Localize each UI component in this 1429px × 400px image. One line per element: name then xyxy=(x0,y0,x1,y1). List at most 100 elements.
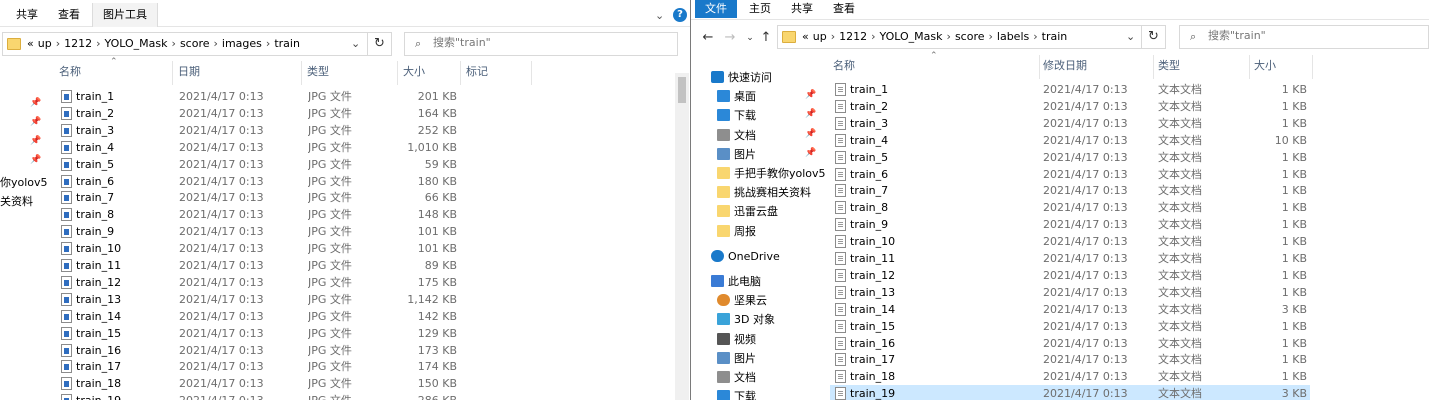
nav-item[interactable]: 桌面 xyxy=(717,87,819,106)
nav-item[interactable]: OneDrive xyxy=(711,247,819,266)
right-breadcrumb-item[interactable]: « xyxy=(802,30,809,43)
left-breadcrumb-item[interactable]: train xyxy=(274,37,300,50)
left-file-row[interactable]: train_16 2021/4/17 0:13 JPG 文件 173 KB xyxy=(56,342,476,359)
nav-item[interactable]: 坚果云 xyxy=(717,291,819,310)
right-breadcrumb-item[interactable]: labels xyxy=(997,30,1029,43)
right-file-row[interactable]: train_2 2021/4/17 0:13 文本文档 1 KB xyxy=(830,98,1310,115)
left-breadcrumb-item[interactable]: up xyxy=(38,37,52,50)
right-file-row[interactable]: train_14 2021/4/17 0:13 文本文档 3 KB xyxy=(830,301,1310,318)
right-file-row[interactable]: train_16 2021/4/17 0:13 文本文档 1 KB xyxy=(830,335,1310,352)
left-address-bar[interactable]: «up › 1212 › YOLO_Mask › score › images › train ⌄ xyxy=(2,32,368,56)
left-tab-share[interactable]: 共享 xyxy=(6,0,48,27)
left-file-row[interactable]: train_7 2021/4/17 0:13 JPG 文件 66 KB xyxy=(56,189,476,206)
left-file-row[interactable]: train_6 2021/4/17 0:13 JPG 文件 180 KB xyxy=(56,173,476,190)
left-address-dropdown-icon[interactable]: ⌄ xyxy=(351,33,360,55)
left-breadcrumb-item[interactable]: score xyxy=(180,37,210,50)
left-file-row[interactable]: train_10 2021/4/17 0:13 JPG 文件 101 KB xyxy=(56,240,476,257)
forward-arrow-icon[interactable]: → xyxy=(721,27,739,49)
back-arrow-icon[interactable]: ← xyxy=(699,27,717,49)
right-file-row[interactable]: train_8 2021/4/17 0:13 文本文档 1 KB xyxy=(830,199,1310,216)
left-file-row[interactable]: train_3 2021/4/17 0:13 JPG 文件 252 KB xyxy=(56,122,476,139)
nav-item[interactable]: 图片 xyxy=(717,349,819,368)
right-file-row[interactable]: train_11 2021/4/17 0:13 文本文档 1 KB xyxy=(830,250,1310,267)
right-breadcrumb-item[interactable]: YOLO_Mask xyxy=(880,30,943,43)
right-col-date[interactable]: 修改日期 xyxy=(1039,55,1154,79)
left-breadcrumb-item[interactable]: « xyxy=(27,37,34,50)
right-breadcrumb-item[interactable]: train xyxy=(1042,30,1068,43)
right-address-bar[interactable]: «up › 1212 › YOLO_Mask › score › labels › train ⌄ xyxy=(777,25,1142,49)
left-scrollbar[interactable] xyxy=(675,73,689,400)
right-refresh-icon[interactable]: ↻ xyxy=(1142,25,1166,49)
right-file-row[interactable]: train_7 2021/4/17 0:13 文本文档 1 KB xyxy=(830,182,1310,199)
pin-icon[interactable]: 📌 xyxy=(805,109,816,119)
right-file-row[interactable]: train_10 2021/4/17 0:13 文本文档 1 KB xyxy=(830,233,1310,250)
left-file-row[interactable]: train_12 2021/4/17 0:13 JPG 文件 175 KB xyxy=(56,274,476,291)
right-file-row[interactable]: train_1 2021/4/17 0:13 文本文档 1 KB xyxy=(830,81,1310,98)
right-search-input[interactable] xyxy=(1208,29,1358,42)
left-col-type[interactable]: 类型 xyxy=(303,61,398,85)
left-file-row[interactable]: train_14 2021/4/17 0:13 JPG 文件 142 KB xyxy=(56,308,476,325)
left-file-row[interactable]: train_9 2021/4/17 0:13 JPG 文件 101 KB xyxy=(56,223,476,240)
left-file-row[interactable]: train_11 2021/4/17 0:13 JPG 文件 89 KB xyxy=(56,257,476,274)
right-file-row[interactable]: train_4 2021/4/17 0:13 文本文档 10 KB xyxy=(830,132,1310,149)
nav-item[interactable]: 视频 xyxy=(717,330,819,349)
left-breadcrumb-item[interactable]: YOLO_Mask xyxy=(105,37,168,50)
nav-item[interactable]: 下载 xyxy=(717,106,819,125)
left-help-icon[interactable]: ? xyxy=(673,8,687,22)
right-col-size[interactable]: 大小 xyxy=(1250,55,1313,79)
left-sidebar-fragment[interactable]: 你yolov5 xyxy=(0,174,48,190)
right-file-row[interactable]: train_3 2021/4/17 0:13 文本文档 1 KB xyxy=(830,115,1310,132)
pin-icon[interactable]: 📌 xyxy=(805,129,816,139)
right-breadcrumb-item[interactable]: 1212 xyxy=(839,30,867,43)
pin-icon[interactable]: 📌 xyxy=(30,98,41,108)
left-breadcrumb-item[interactable]: images xyxy=(222,37,262,50)
left-tab-view[interactable]: 查看 xyxy=(48,0,90,27)
left-file-row[interactable]: train_15 2021/4/17 0:13 JPG 文件 129 KB xyxy=(56,325,476,342)
right-file-row[interactable]: train_12 2021/4/17 0:13 文本文档 1 KB xyxy=(830,267,1310,284)
right-file-row[interactable]: train_5 2021/4/17 0:13 文本文档 1 KB xyxy=(830,149,1310,166)
left-search-input[interactable] xyxy=(433,36,583,49)
right-file-row[interactable]: train_6 2021/4/17 0:13 文本文档 1 KB xyxy=(830,166,1310,183)
right-breadcrumb-item[interactable]: score xyxy=(955,30,985,43)
right-col-name[interactable]: 名称 xyxy=(829,55,1040,79)
right-tab-home[interactable]: 主页 xyxy=(739,0,781,20)
left-file-row[interactable]: train_13 2021/4/17 0:13 JPG 文件 1,142 KB xyxy=(56,291,476,308)
nav-item[interactable]: 此电脑 xyxy=(711,272,819,291)
nav-item[interactable]: 文档 xyxy=(717,126,819,145)
left-file-row[interactable]: train_4 2021/4/17 0:13 JPG 文件 1,010 KB xyxy=(56,139,476,156)
left-breadcrumb-item[interactable]: 1212 xyxy=(64,37,92,50)
left-sidebar-fragment[interactable]: 关资料 xyxy=(0,193,33,209)
right-col-type[interactable]: 类型 xyxy=(1154,55,1250,79)
right-tab-file[interactable]: 文件 xyxy=(695,0,737,18)
left-file-row[interactable]: train_19 2021/4/17 0:13 JPG 文件286 KB xyxy=(56,392,476,400)
up-arrow-icon[interactable]: ↑ xyxy=(757,27,775,49)
right-search-box[interactable]: ⌕ xyxy=(1179,25,1429,49)
left-refresh-icon[interactable]: ↻ xyxy=(368,32,392,56)
left-scrollbar-thumb[interactable] xyxy=(678,77,686,103)
right-breadcrumb-item[interactable]: up xyxy=(813,30,827,43)
nav-item[interactable]: 3D 对象 xyxy=(717,310,819,329)
left-file-row[interactable]: train_2 2021/4/17 0:13 JPG 文件 164 KB xyxy=(56,105,476,122)
nav-item[interactable]: 挑战赛相关资料 xyxy=(717,183,819,202)
right-address-dropdown-icon[interactable]: ⌄ xyxy=(1126,26,1135,48)
pin-icon[interactable]: 📌 xyxy=(30,155,41,165)
left-breadcrumb[interactable]: «up › 1212 › YOLO_Mask › score › images › train xyxy=(27,33,304,55)
pin-icon[interactable]: 📌 xyxy=(805,90,816,100)
left-file-row[interactable]: train_17 2021/4/17 0:13 JPG 文件 174 KB xyxy=(56,358,476,375)
left-search-box[interactable]: ⌕ xyxy=(404,32,678,56)
left-file-row[interactable]: train_1 2021/4/17 0:13 JPG 文件 201 KB xyxy=(56,88,476,105)
right-tab-share[interactable]: 共享 xyxy=(781,0,823,20)
right-file-row[interactable]: train_13 2021/4/17 0:13 文本文档 1 KB xyxy=(830,284,1310,301)
left-col-name[interactable]: 名称 xyxy=(55,61,173,85)
nav-item[interactable]: 手把手教你yolov5 xyxy=(717,164,826,183)
pin-icon[interactable]: 📌 xyxy=(805,148,816,158)
right-tab-view[interactable]: 查看 xyxy=(823,0,865,20)
right-file-row[interactable]: train_17 2021/4/17 0:13 文本文档 1 KB xyxy=(830,351,1310,368)
right-file-row[interactable]: train_18 2021/4/17 0:13 文本文档 1 KB xyxy=(830,368,1310,385)
nav-item[interactable]: 下载 xyxy=(717,387,819,400)
nav-item[interactable]: 快速访问 xyxy=(711,68,819,87)
right-file-row[interactable]: train_19 2021/4/17 0:13 文本文档 3 KB xyxy=(830,385,1310,400)
left-file-row[interactable]: train_5 2021/4/17 0:13 JPG 文件 59 KB xyxy=(56,156,476,173)
left-file-row[interactable]: train_8 2021/4/17 0:13 JPG 文件 148 KB xyxy=(56,206,476,223)
right-breadcrumb[interactable]: «up › 1212 › YOLO_Mask › score › labels › train xyxy=(802,26,1071,48)
